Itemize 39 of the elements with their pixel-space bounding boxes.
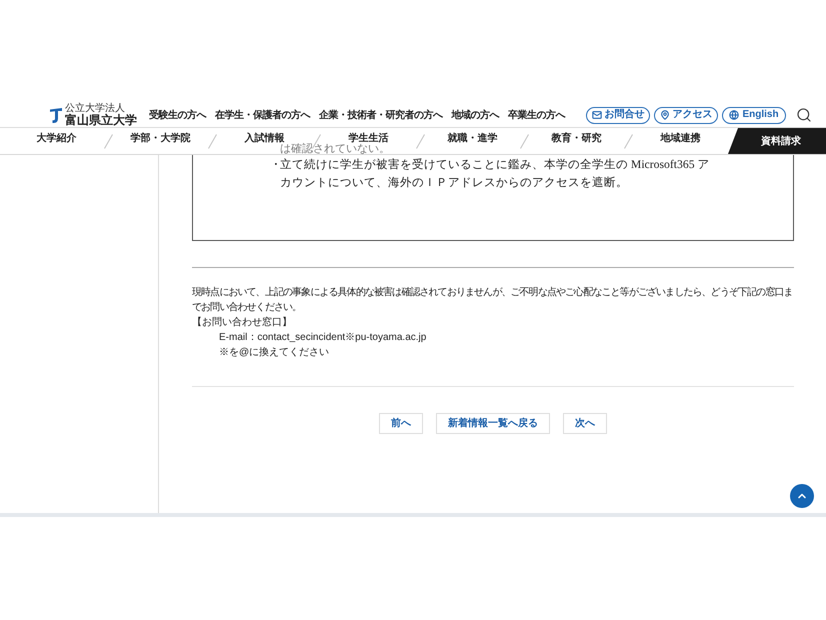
slash-divider (520, 134, 529, 148)
language-button[interactable]: English (722, 106, 786, 124)
body-paragraph: 現時点において、上記の事象による具体的な被害は確認されておりませんが、ご不明な点やご心配なこと等がございましたら、どうぞ下記の窓口ま でお問い合わせください。 (192, 286, 793, 315)
slash-divider (416, 134, 425, 148)
contact-button[interactable]: お問合せ (586, 106, 650, 124)
logo-icon (50, 108, 62, 122)
audience-link[interactable]: 地域の方へ (452, 108, 499, 122)
logo-text: 富山県立大学 (65, 114, 137, 126)
main-nav-link[interactable]: 教育・研究 (552, 134, 602, 144)
list-item-text: ・立て続けに学生が被害を受けていることに鑑み、本学の全学生の Microsoft365 ア カウントについて、海外のＩＰアドレスからのアクセスを遮断。 (270, 157, 710, 191)
search-button[interactable] (796, 107, 812, 123)
pager-button[interactable]: 新着情報一覧へ戻る (436, 413, 550, 434)
globe-icon (729, 110, 740, 120)
request-button[interactable]: 資料請求 (728, 128, 826, 154)
audience-link[interactable]: 卒業生の方へ (508, 108, 565, 122)
pager-button[interactable]: 前へ (379, 413, 423, 434)
audience-link[interactable]: 在学生・保護者の方へ (215, 108, 310, 122)
access-button[interactable]: アクセス (654, 106, 718, 124)
main-nav-link[interactable]: 入試情報 (244, 134, 284, 144)
logo-subtitle: 公立大学法人 (65, 104, 125, 114)
notice-text: は確認されていない。 (280, 144, 390, 155)
audience-link[interactable]: 企業・技術者・研究者の方へ (319, 108, 442, 122)
email-text: E-mail：contact_secincident※pu-toyama.ac.jp (219, 331, 426, 345)
main-nav-link[interactable]: 大学紹介 (36, 134, 76, 144)
contact-heading: 【お問い合わせ窓口】 (192, 316, 292, 330)
slash-divider (208, 134, 217, 148)
main-nav-link[interactable]: 学部・大学院 (130, 134, 190, 144)
search-icon (796, 107, 812, 123)
note-text: ※を@に換えてください (219, 346, 330, 360)
back-to-top-button[interactable] (790, 484, 814, 508)
main-nav-link[interactable]: 地域連携 (660, 134, 700, 144)
slash-divider (624, 134, 633, 148)
mail-icon (592, 110, 602, 120)
map-pin-icon (660, 110, 670, 120)
audience-link[interactable]: 受験生の方へ (149, 108, 206, 122)
main-nav-link[interactable]: 学生生活 (348, 134, 388, 144)
pager-button[interactable]: 次へ (563, 413, 607, 434)
main-nav-link[interactable]: 就職・進学 (448, 134, 498, 144)
slash-divider (104, 134, 113, 148)
